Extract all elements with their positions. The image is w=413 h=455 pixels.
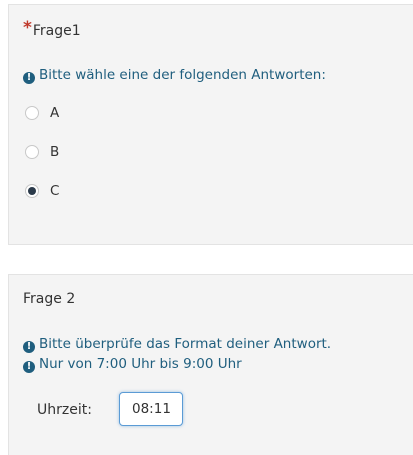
- time-input[interactable]: [119, 392, 183, 426]
- question-2-hint-format-text: Bitte überprüfe das Format deiner Antwor…: [39, 336, 332, 352]
- radio-button-a[interactable]: [25, 106, 39, 120]
- question-1-hint: ! Bitte wähle eine der folgenden Antworte…: [23, 67, 326, 84]
- radio-button-c[interactable]: [25, 184, 39, 198]
- question-1-panel: *Frage1 ! Bitte wähle eine der folgenden …: [8, 4, 413, 245]
- info-icon: !: [23, 341, 35, 353]
- question-1-title: *Frage1: [23, 18, 81, 39]
- question-2-title: Frage 2: [23, 291, 76, 307]
- question-2-panel: Frage 2 ! Bitte überprüfe das Format dein…: [8, 274, 413, 455]
- question-2-hint-range: ! Nur von 7:00 Uhr bis 9:00 Uhr: [23, 356, 242, 373]
- radio-label-b: B: [50, 144, 60, 160]
- time-field-label: Uhrzeit:: [37, 402, 92, 418]
- question-1-hint-text: Bitte wähle eine der folgenden Antworten…: [39, 67, 326, 83]
- radio-option-a[interactable]: A: [25, 103, 59, 123]
- radio-label-c: C: [50, 183, 60, 199]
- radio-label-a: A: [50, 105, 60, 121]
- radio-button-b[interactable]: [25, 145, 39, 159]
- question-1-title-text: Frage1: [32, 23, 81, 39]
- info-icon: !: [23, 361, 35, 373]
- question-2-hint-range-text: Nur von 7:00 Uhr bis 9:00 Uhr: [39, 356, 242, 372]
- radio-option-b[interactable]: B: [25, 142, 59, 162]
- required-asterisk-icon: *: [23, 18, 32, 38]
- question-2-hint-format: ! Bitte überprüfe das Format deiner Antwo…: [23, 336, 331, 353]
- radio-option-c[interactable]: C: [25, 181, 59, 201]
- info-icon: !: [23, 72, 35, 84]
